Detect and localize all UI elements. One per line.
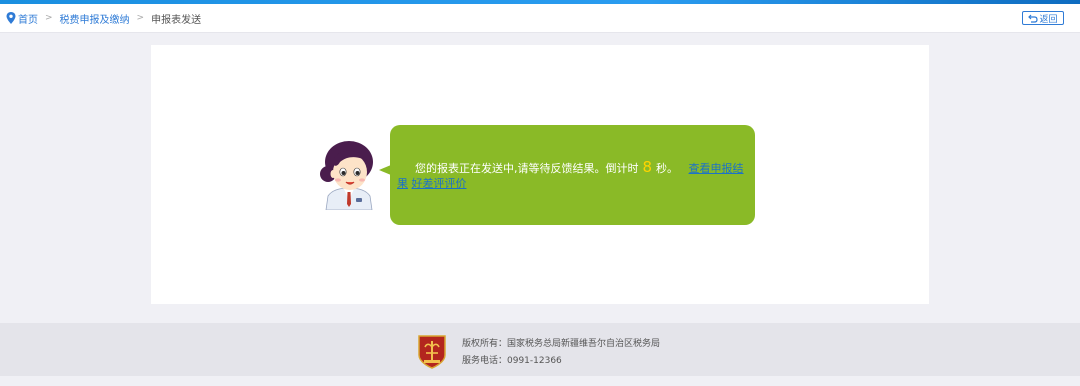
status-message-bubble: 您的报表正在发送中,请等待反馈结果。倒计时 8 秒。 查看申报结果 好差评评价 <box>390 125 755 225</box>
rate-service-link[interactable]: 好差评评价 <box>412 177 467 190</box>
footer: 版权所有：国家税务总局新疆维吾尔自治区税务局 服务电话：0991-12366 <box>0 323 1080 376</box>
undo-icon <box>1028 14 1039 23</box>
copyright-text: 版权所有：国家税务总局新疆维吾尔自治区税务局 <box>462 339 661 349</box>
breadcrumb-separator: > <box>136 13 145 23</box>
tax-emblem-icon <box>418 335 446 369</box>
breadcrumb-home-link[interactable]: 首页 <box>18 11 38 26</box>
breadcrumb-bar: 首页 > 税费申报及缴纳 > 申报表发送 返回 <box>0 4 1080 33</box>
map-pin-icon <box>6 12 16 24</box>
breadcrumb-separator: > <box>45 13 53 23</box>
tax-officer-avatar <box>320 141 373 210</box>
status-message-text: 您的报表正在发送中,请等待反馈结果。倒计时 <box>415 162 639 175</box>
back-button-label: 返回 <box>1039 14 1058 25</box>
countdown-suffix: 秒。 <box>656 162 679 175</box>
breadcrumb-tax-declaration-link[interactable]: 税费申报及缴纳 <box>60 11 130 26</box>
countdown-value: 8 <box>642 158 653 176</box>
footer-info: 版权所有：国家税务总局新疆维吾尔自治区税务局 服务电话：0991-12366 <box>462 336 660 370</box>
back-button[interactable]: 返回 <box>1022 11 1064 25</box>
bottom-strip <box>0 376 1080 386</box>
service-phone-text: 服务电话：0991-12366 <box>462 356 562 366</box>
breadcrumb: 首页 > 税费申报及缴纳 > 申报表发送 <box>6 11 202 26</box>
breadcrumb-current: 申报表发送 <box>151 14 202 26</box>
